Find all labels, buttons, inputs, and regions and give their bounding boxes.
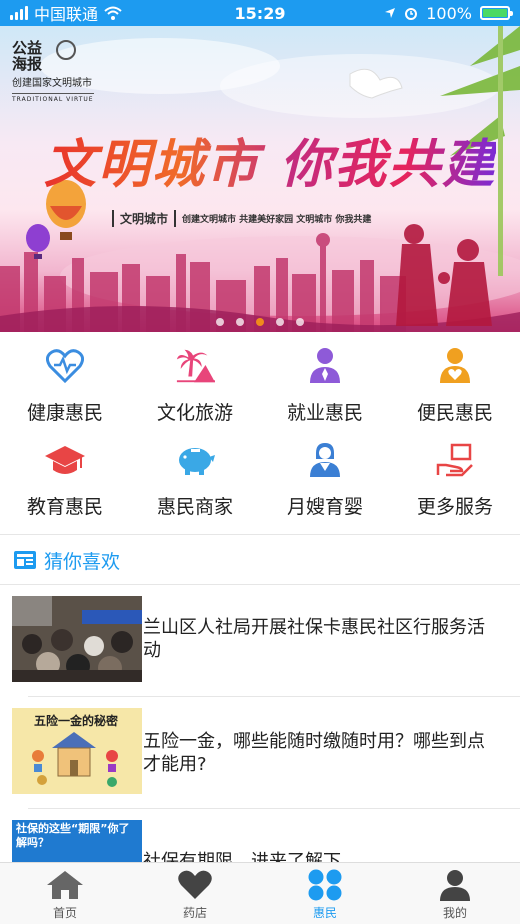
service-label: 就业惠民 — [286, 402, 363, 424]
palm-tree-icon — [175, 346, 215, 386]
heart-pulse-icon — [45, 346, 85, 386]
service-merchants[interactable]: 惠民商家 — [130, 434, 260, 528]
service-label: 文化旅游 — [156, 402, 233, 424]
news-thumbnail: 五险一金的秘密 — [12, 708, 142, 794]
service-employment[interactable]: 就业惠民 — [260, 340, 390, 434]
section-title: 猜你喜欢 — [44, 550, 121, 573]
battery-icon — [480, 6, 513, 20]
user-icon — [440, 870, 470, 901]
nanny-icon — [305, 440, 345, 480]
news-item[interactable]: 社保的这些“期限”你了解吗？ 社保有期限，进来了解下 — [0, 820, 520, 862]
service-label: 便民惠民 — [416, 402, 493, 424]
brand-english: TRADITIONAL VIRTUE — [12, 93, 94, 103]
service-more[interactable]: 更多服务 — [390, 434, 520, 528]
news-thumbnail: 社保的这些“期限”你了解吗？ — [12, 820, 142, 862]
status-bar: 中国联通 15:29 100% — [0, 0, 520, 26]
tab-mine[interactable]: 我的 — [390, 863, 520, 924]
banner-headline: 文明城市 你我共建 — [44, 122, 496, 197]
worker-icon — [305, 346, 345, 386]
service-nanny[interactable]: 月嫂育婴 — [260, 434, 390, 528]
divider — [0, 534, 520, 535]
service-culture-travel[interactable]: 文化旅游 — [130, 340, 260, 434]
banner-subtitle: 文明城市 创建文明城市 共建美好家园 文明城市 你我共建 — [112, 210, 371, 227]
service-label: 月嫂育婴 — [286, 496, 363, 518]
banner-sub-label: 文明城市 — [112, 210, 177, 227]
home-icon — [47, 871, 83, 899]
tab-label: 惠民 — [312, 906, 337, 920]
hand-box-icon — [435, 440, 475, 480]
graduation-cap-icon — [45, 440, 85, 480]
tab-huimin[interactable]: 惠民 — [260, 863, 390, 924]
carousel-dots[interactable] — [0, 318, 520, 326]
news-item[interactable]: 兰山区人社局开展社保卡惠民社区行服务活动 — [0, 596, 520, 686]
signal-icon — [10, 6, 28, 20]
carousel-dot[interactable] — [276, 318, 284, 326]
carrier-label: 中国联通 — [34, 5, 99, 24]
divider — [28, 696, 520, 697]
service-grid: 健康惠民 文化旅游 就业惠民 便民惠民 教育惠民 惠民商家 月嫂育婴 更多服务 — [0, 332, 520, 532]
carousel-dot[interactable] — [236, 318, 244, 326]
banner-tagline: 创建文明城市 共建美好家园 文明城市 你我共建 — [182, 215, 372, 225]
news-title: 社保有期限，进来了解下 — [143, 851, 341, 862]
tab-label: 首页 — [52, 906, 77, 920]
service-label: 惠民商家 — [156, 496, 233, 518]
section-header: 猜你喜欢 — [14, 542, 120, 578]
tab-label: 我的 — [442, 906, 467, 920]
carousel-dot-active[interactable] — [256, 318, 264, 326]
service-convenience[interactable]: 便民惠民 — [390, 340, 520, 434]
news-item[interactable]: 五险一金的秘密 五险一金，哪些能随时缴随时用？哪些到点才能用? — [0, 708, 520, 798]
thumb-text: 社保的这些“期限”你了解吗？ — [16, 822, 130, 849]
tab-pharmacy[interactable]: 药店 — [130, 863, 260, 924]
brand-title: 公益海报 — [12, 39, 43, 73]
location-icon — [385, 8, 396, 18]
tab-home[interactable]: 首页 — [0, 863, 130, 924]
tab-label: 药店 — [182, 906, 207, 920]
heart-icon — [178, 870, 212, 899]
alarm-icon — [405, 8, 418, 20]
news-thumbnail — [12, 596, 142, 682]
brand-subtitle: 创建国家文明城市 — [12, 78, 92, 89]
service-health[interactable]: 健康惠民 — [0, 340, 130, 434]
carousel-dot[interactable] — [216, 318, 224, 326]
service-label: 教育惠民 — [26, 496, 103, 518]
divider — [28, 808, 520, 809]
person-heart-icon — [435, 346, 475, 386]
flower-seal-icon — [56, 40, 76, 60]
tab-bar: 首页 药店 惠民 我的 — [0, 862, 520, 924]
status-time: 15:29 — [234, 3, 286, 23]
news-title: 兰山区人社局开展社保卡惠民社区行服务活动 — [143, 617, 485, 661]
service-label: 健康惠民 — [26, 402, 103, 424]
carousel-dot[interactable] — [296, 318, 304, 326]
news-icon — [14, 551, 36, 569]
grid-circles-icon — [308, 869, 342, 901]
banner-carousel[interactable]: 公益海报 创建国家文明城市 TRADITIONAL VIRTUE 文明城市 你我… — [0, 26, 520, 332]
news-title: 五险一金，哪些能随时缴随时用？哪些到点才能用? — [143, 731, 485, 775]
piggy-bank-icon — [175, 440, 215, 480]
service-education[interactable]: 教育惠民 — [0, 434, 130, 528]
battery-percent: 100% — [426, 3, 472, 23]
wifi-icon — [104, 6, 122, 20]
service-label: 更多服务 — [416, 496, 493, 518]
divider — [0, 584, 520, 585]
brand-block: 公益海报 创建国家文明城市 TRADITIONAL VIRTUE — [12, 40, 94, 103]
